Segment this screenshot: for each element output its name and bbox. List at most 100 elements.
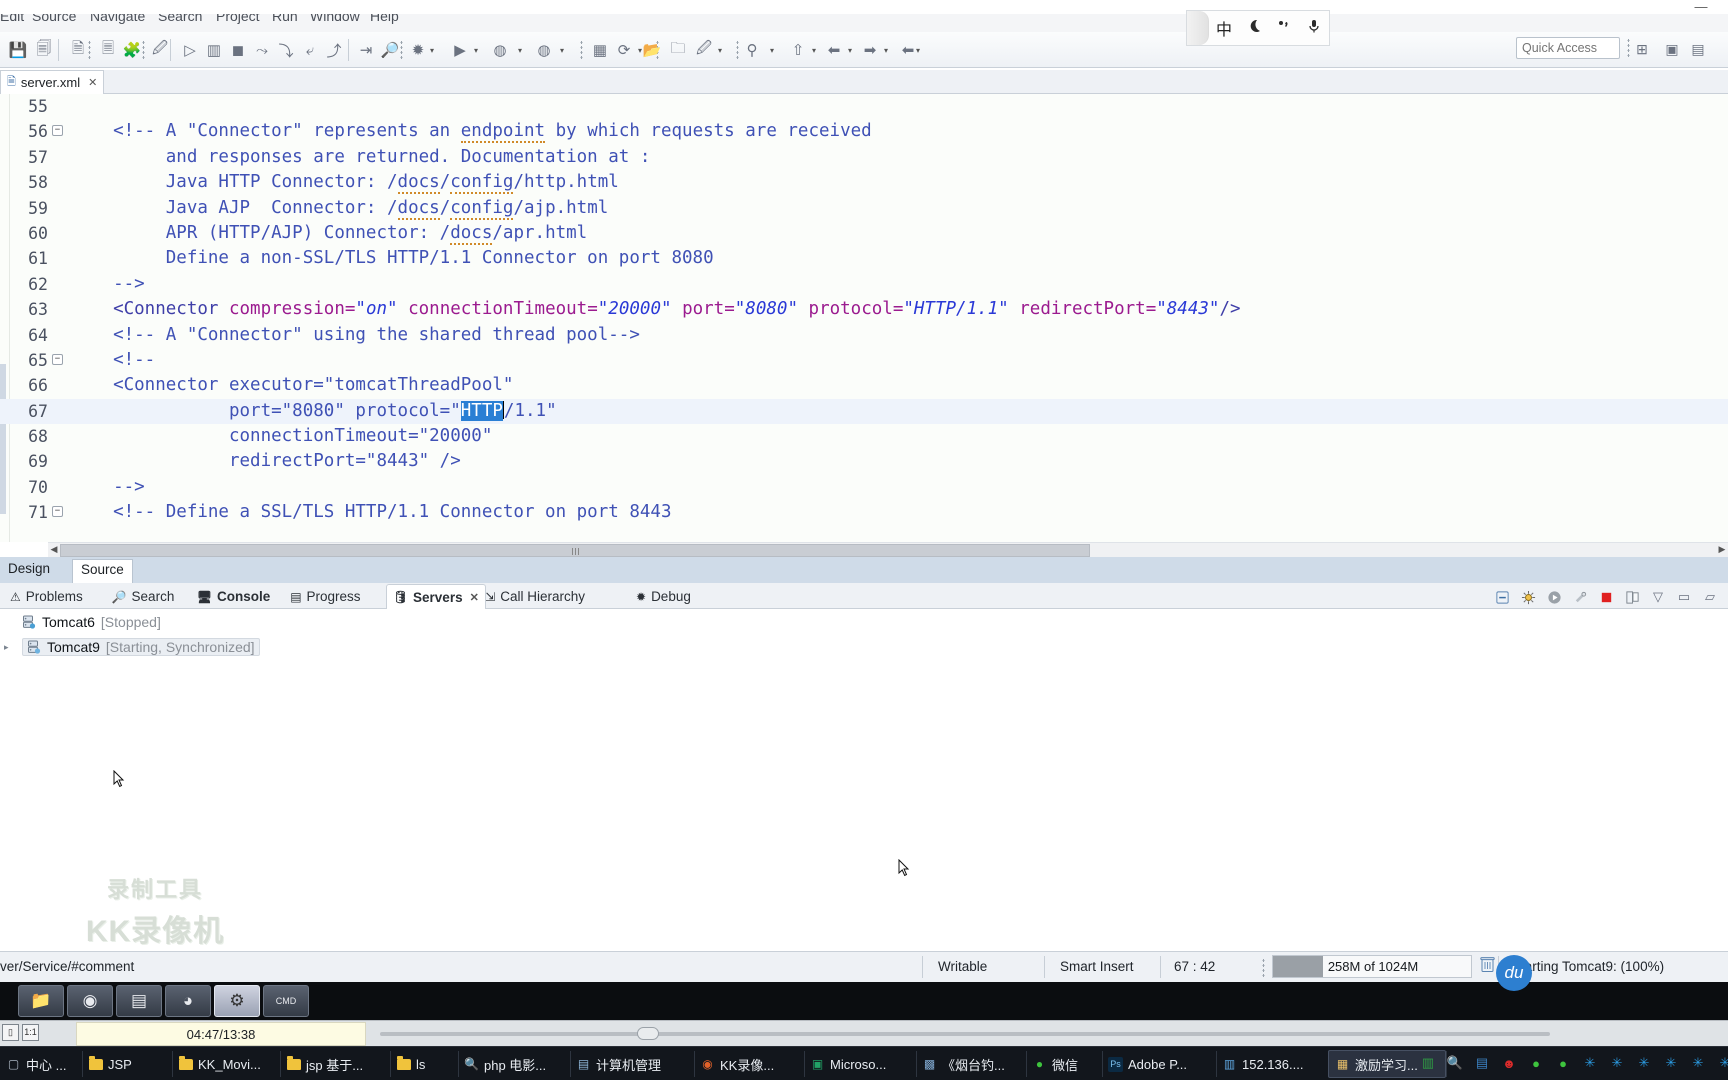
run-last-icon[interactable]: ▷ xyxy=(178,38,202,62)
minimize-view-icon[interactable]: ▭ xyxy=(1674,587,1694,607)
wechat-2-icon[interactable]: ● xyxy=(1553,1053,1573,1073)
menu-item-search[interactable]: Search xyxy=(158,14,202,24)
server-row-content[interactable]: Tomcat6 [Stopped] xyxy=(22,614,161,630)
settings-gear-icon[interactable]: ⚙ xyxy=(214,985,260,1017)
forward-nav-icon[interactable]: ➡ xyxy=(858,38,882,62)
debug-icon[interactable]: ✹ xyxy=(406,38,430,62)
media-icon[interactable]: ▤ xyxy=(1472,1053,1492,1073)
code-line[interactable]: 59 Java AJP Connector: /docs/config/ajp.… xyxy=(0,196,1728,221)
toggle-mark-occurrences-icon[interactable]: 🖉 xyxy=(148,38,172,62)
fold-toggle-icon[interactable]: − xyxy=(52,353,63,365)
taskbar-button[interactable]: ▢ 中心 ... xyxy=(0,1050,82,1078)
code-line[interactable]: 55 xyxy=(0,94,1728,119)
server-row[interactable]: Tomcat6 [Stopped] xyxy=(0,611,161,633)
quick-access-input[interactable] xyxy=(1516,37,1620,59)
chevron-down-icon[interactable]: ▾ xyxy=(430,47,438,55)
punctuation-icon[interactable] xyxy=(1269,18,1299,39)
taskbar-button[interactable]: ▩ 《烟台钓... xyxy=(916,1050,1026,1078)
open-folder-icon[interactable]: 🗀 xyxy=(666,38,690,62)
taskbar-button[interactable]: ▣ Microso... xyxy=(804,1050,916,1078)
view-tab-problems[interactable]: ⚠ Problems xyxy=(4,584,89,609)
save-icon[interactable]: 💾 xyxy=(6,38,30,62)
view-tab-servers[interactable]: 🛢 Servers ✕ xyxy=(385,584,486,609)
code-line[interactable]: 60 APR (HTTP/AJP) Connector: /docs/apr.h… xyxy=(0,221,1728,246)
run-icon[interactable]: ▶ xyxy=(448,38,472,62)
star-2-icon[interactable]: ✳ xyxy=(1607,1053,1627,1073)
expand-arrow-icon[interactable]: ▸ xyxy=(4,642,16,653)
layout-icon[interactable]: ▥ xyxy=(202,38,226,62)
publish-icon[interactable] xyxy=(1622,587,1642,607)
menu-item-project[interactable]: Project xyxy=(216,14,260,24)
chevron-down-icon[interactable]: ▾ xyxy=(812,47,820,55)
code-line[interactable]: 69 redirectPort="8443" /> xyxy=(0,449,1728,474)
perspective-java-ee-button[interactable]: ▣ xyxy=(1660,38,1684,60)
code-line[interactable]: 57 and responses are returned. Documenta… xyxy=(0,145,1728,170)
seek-track[interactable] xyxy=(380,1032,1550,1036)
moon-icon[interactable] xyxy=(1239,18,1269,39)
chevron-down-icon[interactable]: ▾ xyxy=(560,47,568,55)
chevron-down-icon[interactable]: ▾ xyxy=(770,47,778,55)
code-line[interactable]: 65− <!-- xyxy=(0,348,1728,373)
step-return-icon[interactable]: ⤴ xyxy=(322,38,346,62)
menu-item-navigate[interactable]: Navigate xyxy=(90,14,145,24)
view-tab-search[interactable]: 🔎 Search xyxy=(106,584,181,609)
servers-view[interactable]: Tomcat6 [Stopped] ▸ Tomcat9 [Starting, Synch… xyxy=(0,609,1728,951)
open-resource-icon[interactable]: 📂 xyxy=(640,38,664,62)
search-icon[interactable]: 🔍 xyxy=(1445,1053,1465,1073)
view-tab-progress[interactable]: ▤ Progress xyxy=(284,584,366,609)
microphone-icon[interactable] xyxy=(1299,18,1329,39)
collapse-all-icon[interactable] xyxy=(1492,587,1512,607)
view-menu-icon[interactable]: ▽ xyxy=(1648,587,1668,607)
validate-icon[interactable]: 🧩 xyxy=(120,38,144,62)
next-edit-icon[interactable]: ⤳ xyxy=(250,38,274,62)
player-seek-bar[interactable] xyxy=(380,1027,1550,1041)
run-as-icon[interactable]: ◍ xyxy=(488,38,512,62)
file-explorer-icon[interactable]: 📁 xyxy=(18,985,64,1017)
face-icon[interactable]: ☻ xyxy=(1499,1053,1519,1073)
step-over-icon[interactable]: ⤶ xyxy=(298,38,322,62)
code-line[interactable]: 64 <!-- A "Connector" using the shared t… xyxy=(0,323,1728,348)
star-5-icon[interactable]: ✳ xyxy=(1688,1053,1708,1073)
code-line[interactable]: 58 Java HTTP Connector: /docs/config/htt… xyxy=(0,170,1728,195)
taskbar-button[interactable]: Ps Adobe P... xyxy=(1102,1050,1216,1078)
chevron-down-icon[interactable]: ▾ xyxy=(884,47,892,55)
code-line[interactable]: 67 port="8080" protocol="HTTP/1.1" xyxy=(0,398,1728,425)
star-4-icon[interactable]: ✳ xyxy=(1661,1053,1681,1073)
taskbar-button[interactable]: ▤ 计算机管理 xyxy=(570,1050,694,1078)
command-prompt-icon[interactable]: CMD xyxy=(263,985,309,1017)
code-editor[interactable]: 55 56− <!-- A "Connector" represents an e… xyxy=(0,94,1728,542)
taskbar-button[interactable]: JSP xyxy=(82,1050,172,1078)
search-type-icon[interactable]: 🔎 xyxy=(378,38,402,62)
toolbar-drag-handle[interactable] xyxy=(400,40,403,60)
terminate-icon[interactable]: ◼ xyxy=(226,38,250,62)
menu-item-edit[interactable]: Edit xyxy=(0,14,24,24)
ime-drag-grip[interactable] xyxy=(1187,11,1209,45)
chevron-down-icon[interactable]: ▾ xyxy=(474,47,482,55)
toolbar-drag-handle[interactable] xyxy=(580,40,583,60)
trash-icon[interactable] xyxy=(1480,956,1495,977)
taskbar-button[interactable]: ls xyxy=(390,1050,458,1078)
scroll-left-arrow[interactable]: ◀ xyxy=(48,543,60,556)
close-icon[interactable]: ✕ xyxy=(470,591,479,604)
code-line[interactable]: 56− <!-- A "Connector" represents an end… xyxy=(0,119,1728,144)
chrome-icon[interactable]: ◉ xyxy=(67,985,113,1017)
wechat-icon[interactable]: ● xyxy=(1526,1053,1546,1073)
star-3-icon[interactable]: ✳ xyxy=(1634,1053,1654,1073)
forward-icon[interactable]: ⇥ xyxy=(354,38,378,62)
debug-server-icon[interactable] xyxy=(1518,587,1538,607)
fold-toggle-icon[interactable]: − xyxy=(52,125,63,137)
chevron-down-icon[interactable]: ▾ xyxy=(718,47,726,55)
code-lines[interactable]: 55 56− <!-- A "Connector" represents an e… xyxy=(0,94,1728,526)
toolbar-drag-handle[interactable] xyxy=(142,40,145,60)
toolbar-drag-handle[interactable] xyxy=(736,40,739,60)
profile-server-icon[interactable] xyxy=(1570,587,1590,607)
star-6-icon[interactable]: ✳ xyxy=(1715,1053,1728,1073)
maximize-view-icon[interactable]: ▱ xyxy=(1700,587,1720,607)
menu-item-source[interactable]: Source xyxy=(32,14,76,24)
taskbar-button[interactable]: ◉ KK录像... xyxy=(694,1050,804,1078)
taskbar-button[interactable]: ▥ 152.136.... xyxy=(1216,1050,1328,1078)
baidu-icon[interactable]: du xyxy=(1496,955,1532,991)
person-icon[interactable]: ⚲ xyxy=(740,38,764,62)
code-line[interactable]: 62 --> xyxy=(0,272,1728,297)
scroll-right-arrow[interactable]: ▶ xyxy=(1716,543,1728,556)
